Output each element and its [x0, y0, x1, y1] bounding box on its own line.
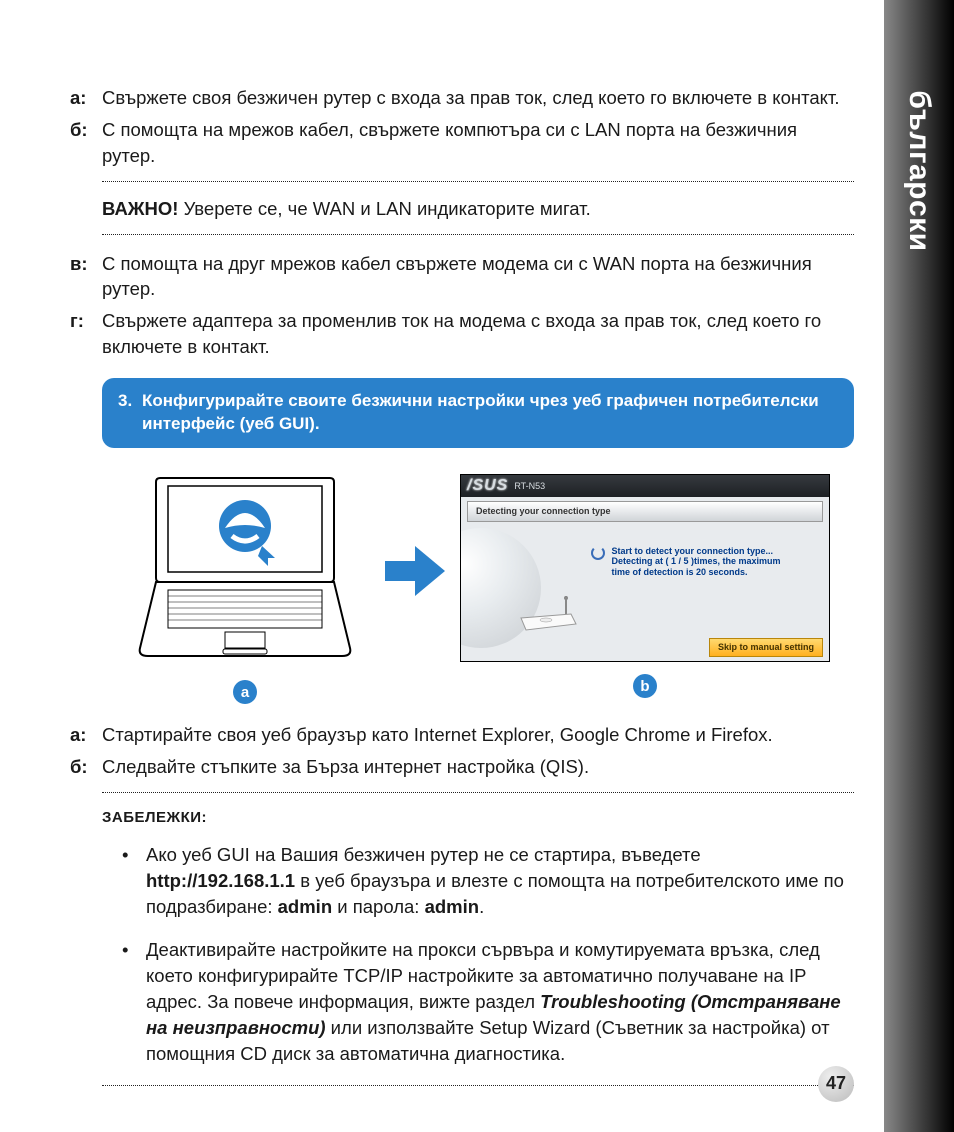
arrow-right-icon — [380, 541, 450, 601]
step-a: а: Свържете своя безжичен рутер с входа … — [70, 85, 854, 111]
step-text: Свържете своя безжичен рутер с входа за … — [102, 85, 840, 111]
laptop-icon — [120, 468, 370, 668]
brand-logo: /SUS — [467, 475, 508, 497]
router-icon — [516, 596, 581, 636]
note-text: Ако уеб GUI на Вашия безжичен рутер не с… — [146, 842, 854, 920]
text: Ако уеб GUI на Вашия безжичен рутер не с… — [146, 844, 701, 865]
credential: admin — [425, 896, 479, 917]
step-letter: б: — [70, 117, 102, 169]
step-letter: в: — [70, 251, 102, 303]
note-bullet-1: • Ако уеб GUI на Вашия безжичен рутер не… — [122, 842, 854, 920]
important-note: ВАЖНО! Уверете се, че WAN и LAN индикато… — [102, 196, 854, 222]
step-letter: а: — [70, 85, 102, 111]
router-ui-graphic — [461, 526, 591, 654]
step-a-bottom: а: Стартирайте своя уеб браузър като Int… — [70, 722, 854, 748]
illustration-b: /SUS RT-N53 Detecting your connection ty… — [460, 474, 830, 698]
step-text: С помощта на мрежов кабел, свържете комп… — [102, 117, 854, 169]
router-ui-header: /SUS RT-N53 — [461, 475, 829, 497]
step-text: Свържете адаптера за променлив ток на мо… — [102, 308, 854, 360]
step-text: С помощта на друг мрежов кабел свържете … — [102, 251, 854, 303]
note-text: Деактивирайте настройките на прокси сърв… — [146, 937, 854, 1066]
bullet-icon: • — [122, 937, 146, 1066]
step-text: Стартирайте своя уеб браузър като Intern… — [102, 722, 773, 748]
divider — [102, 1085, 854, 1086]
skip-manual-button[interactable]: Skip to manual setting — [709, 638, 823, 657]
step-c: в: С помощта на друг мрежов кабел свърже… — [70, 251, 854, 303]
language-side-tab: български — [884, 0, 954, 1132]
step-text: Следвайте стъпките за Бърза интернет нас… — [102, 754, 589, 780]
step-letter: а: — [70, 722, 102, 748]
step-d: г: Свържете адаптера за променлив ток на… — [70, 308, 854, 360]
step-letter: б: — [70, 754, 102, 780]
illustration-a: a — [120, 468, 370, 704]
divider — [102, 234, 854, 235]
message-line-1: Start to detect your connection type... — [612, 546, 774, 556]
notes-heading: ЗАБЕЛЕЖКИ: — [102, 807, 854, 828]
page-content: а: Свържете своя безжичен рутер с входа … — [0, 0, 954, 1086]
router-ui-title-bar: Detecting your connection type — [467, 501, 823, 522]
router-ui-message: Start to detect your connection type... … — [591, 526, 829, 654]
note-bullet-2: • Деактивирайте настройките на прокси съ… — [122, 937, 854, 1066]
step-letter: г: — [70, 308, 102, 360]
language-label: български — [898, 90, 940, 251]
text: и парола: — [332, 896, 424, 917]
badge-a: a — [233, 680, 257, 704]
credential: admin — [278, 896, 332, 917]
step-3-highlight-box: 3. Конфигурирайте своите безжични настро… — [102, 378, 854, 448]
text: . — [479, 896, 484, 917]
router-setup-screenshot: /SUS RT-N53 Detecting your connection ty… — [460, 474, 830, 662]
step-b: б: С помощта на мрежов кабел, свържете к… — [70, 117, 854, 169]
page-number: 47 — [818, 1066, 854, 1102]
divider — [102, 181, 854, 182]
step-number: 3. — [118, 390, 142, 436]
router-model: RT-N53 — [514, 480, 545, 493]
important-text: Уверете се, че WAN и LAN индикаторите ми… — [178, 198, 590, 219]
step-b-bottom: б: Следвайте стъпките за Бърза интернет … — [70, 754, 854, 780]
bullet-icon: • — [122, 842, 146, 920]
illustration-row: a /SUS RT-N53 Detecting your connection … — [120, 468, 854, 704]
url-text: http://192.168.1.1 — [146, 870, 295, 891]
important-label: ВАЖНО! — [102, 198, 178, 219]
step-text: Конфигурирайте своите безжични настройки… — [142, 390, 838, 436]
divider — [102, 792, 854, 793]
badge-b: b — [633, 674, 657, 698]
spinner-icon — [591, 546, 605, 560]
message-line-2: Detecting at ( 1 / 5 )times, the maximum… — [612, 556, 781, 577]
